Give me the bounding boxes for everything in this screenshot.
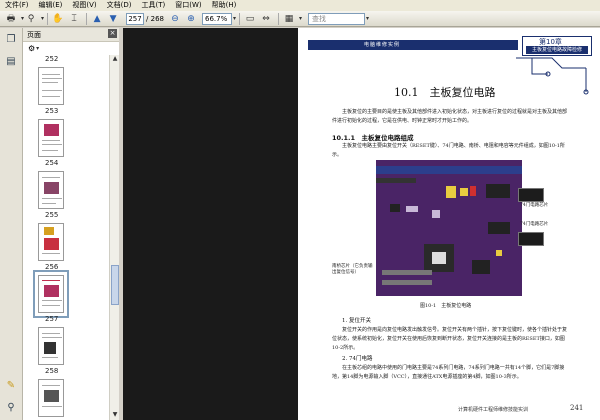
scroll-down-icon[interactable]: ▼ [111,411,119,419]
toolbar: 🖶 ▾ ⚲ ▾ ✋ ⌶ ▲ ▼ 257 / 268 ⊖ ⊕ 66.7% ▾ ▭ … [0,11,600,27]
menu-help[interactable]: 帮助(H) [207,0,242,11]
pages-panel-title: 页面 [27,30,41,39]
subsection-paragraph: 主板复位电路主要由复位开关（RESET键）、74门电路、南桥、电阻和电容等元件组… [332,143,565,158]
options-icon[interactable]: ⚙ [28,44,35,53]
thumbnail-label: 258 [45,367,59,375]
page-thumbnail-253[interactable] [38,67,64,105]
scroll-up-icon[interactable]: ▲ [111,55,119,63]
chapter-box: 第10章 主板复位电路故障检修 [522,36,592,56]
chip-callout-box [518,232,544,246]
circuit-decoration [516,57,589,95]
motherboard-photo [376,160,522,296]
subsection-title: 10.1.1 主板复位电路组成 [332,134,414,142]
previous-page-edge [123,28,298,420]
page-thumbnail-259[interactable] [38,379,64,417]
header-band: 电脑维修实例 [308,40,518,50]
chevron-down-icon[interactable]: ▾ [36,45,39,52]
intro-paragraph: 主板复位的主要目的是使主板及其他部件进入初始化状态，对主板进行复位的过程就是对主… [332,109,568,124]
item2-paragraph: 在主板芯组的电路中使用的门电路主要是74系列门电路，74系列门电路一共有14个脚… [332,365,565,380]
page-thumbnail-254[interactable] [38,119,64,157]
page-thumbnail-257[interactable] [33,270,69,318]
bookmarks-icon[interactable]: ▤ [5,56,17,68]
menu-window[interactable]: 窗口(W) [170,0,206,11]
page-number-input[interactable]: 257 [126,12,145,25]
menu-file[interactable]: 文件(F) [0,0,34,11]
comments-icon[interactable]: ✎ [5,380,17,392]
zoom-out-icon[interactable]: ⊖ [168,12,182,25]
page-thumbnail-258[interactable] [38,327,64,365]
callout-74-chip-1: 74门电路芯片 [520,203,549,208]
page-layout-icon[interactable]: ▦ [282,12,296,25]
thumbnail-label: 252 [45,55,59,63]
panel-options-row: ⚙ ▾ [23,42,119,56]
item2-title: 2. 74门电路 [342,356,373,362]
toolbar-separator [239,12,240,25]
menu-view[interactable]: 视图(V) [67,0,101,11]
attach-icon[interactable]: ⚲ [24,12,38,25]
menu-bar: 文件(F) 编辑(E) 视图(V) 文档(D) 工具(T) 窗口(W) 帮助(H… [0,0,600,11]
chapter-subtitle: 主板复位电路故障检修 [526,46,588,54]
chevron-down-icon[interactable]: ▾ [41,15,44,22]
zoom-input[interactable]: 66.7% [201,12,232,25]
fit-width-icon[interactable]: ⇔ [259,12,273,25]
item1-paragraph: 复位开关的作用是向复位电路发出触发信号。复位开关有两个插针，按下复位键时，使各个… [332,327,568,351]
menu-document[interactable]: 文档(D) [102,0,137,11]
thumbnail-label: 255 [45,211,59,219]
chevron-down-icon[interactable]: ▾ [233,15,236,22]
thumbnail-label: 254 [45,159,59,167]
page-thumbnail-255[interactable] [38,171,64,209]
prev-page-icon[interactable]: ▲ [90,12,104,25]
pages-icon[interactable]: ❐ [5,34,17,46]
page-total: / 268 [146,14,164,23]
toolbar-separator [278,12,279,25]
menu-tools[interactable]: 工具(T) [137,0,171,11]
next-page-icon[interactable]: ▼ [106,12,120,25]
search-input[interactable]: 查找 [308,12,366,25]
hand-tool-icon[interactable]: ✋ [51,12,65,25]
zoom-in-icon[interactable]: ⊕ [184,12,198,25]
page-number: 241 [570,404,584,412]
thumbnail-label: 257 [45,315,59,323]
print-icon[interactable]: 🖶 [4,12,18,25]
page-footer: 计算机硬件工程师维修技能实训 [458,407,529,413]
pages-panel: 页面 × ⚙ ▾ 252 253 254 255 256 257 258 ▲ ▼ [23,28,120,420]
chevron-down-icon[interactable]: ▾ [366,15,369,22]
select-tool-icon[interactable]: ⌶ [67,12,81,25]
document-viewport: 电脑维修实例 第10章 主板复位电路故障检修 10.1 主板复位电路 主板复位的… [123,28,600,420]
item1-title: 1. 复位开关 [342,318,371,324]
chip-callout-box [518,188,544,202]
scrollbar-thumb[interactable] [111,265,119,305]
toolbar-separator [47,12,49,25]
document-page: 电脑维修实例 第10章 主板复位电路故障检修 10.1 主板复位电路 主板复位的… [298,28,600,420]
attachment-icon[interactable]: ⚲ [5,402,17,414]
section-title: 10.1 主板复位电路 [394,86,496,99]
pages-panel-header: 页面 × [23,28,119,42]
thumbnail-label: 253 [45,107,59,115]
callout-74-chip-2: 74门电路芯片 [520,222,549,227]
callout-south-bridge: 南桥芯片（它负责输出复位信号） [332,264,373,275]
navigation-tabs-bar: ❐ ▤ ✎ ⚲ [0,28,23,420]
page-thumbnail-256[interactable] [38,223,64,261]
thumbnail-list: 252 253 254 255 256 257 258 [23,55,109,420]
chevron-down-icon[interactable]: ▾ [299,15,302,22]
header-band-text: 电脑维修实例 [364,42,401,48]
thumbnail-label: 256 [45,263,59,271]
menu-edit[interactable]: 编辑(E) [34,0,68,11]
close-icon[interactable]: × [108,29,117,38]
figure-caption: 图10-1 主板复位电路 [420,303,472,309]
fit-page-icon[interactable]: ▭ [243,12,257,25]
toolbar-separator [86,12,88,25]
